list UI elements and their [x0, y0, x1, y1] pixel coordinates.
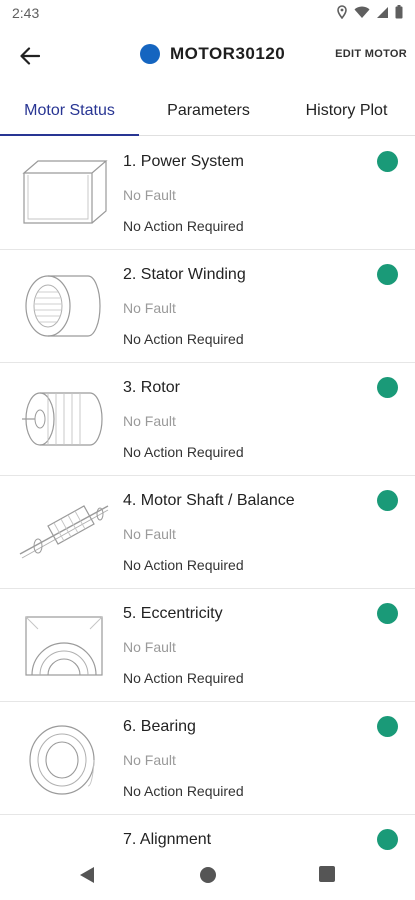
- list-item[interactable]: 5. Eccentricity No Fault No Action Requi…: [0, 589, 415, 702]
- fault-status: No Fault: [123, 187, 176, 203]
- component-title: 4. Motor Shaft / Balance: [123, 492, 295, 509]
- power-system-icon: [22, 160, 108, 224]
- list-item[interactable]: 2. Stator Winding No Fault No Action Req…: [0, 250, 415, 363]
- status-icons: [336, 5, 403, 19]
- action-status: No Action Required: [123, 331, 244, 347]
- wifi-icon: [354, 6, 370, 18]
- status-bar: 2:43: [0, 0, 415, 26]
- fault-status: No Fault: [123, 752, 176, 768]
- fault-status: No Fault: [123, 639, 176, 655]
- component-title: 1. Power System: [123, 153, 244, 170]
- tab-motor-status[interactable]: Motor Status: [0, 86, 139, 136]
- status-indicator: [377, 377, 398, 398]
- app-bar: MOTOR30120 EDIT MOTOR: [0, 26, 415, 86]
- status-indicator: [377, 264, 398, 285]
- tab-history-plot[interactable]: History Plot: [278, 86, 415, 135]
- action-status: No Action Required: [123, 670, 244, 686]
- home-circle-icon[interactable]: [198, 865, 218, 885]
- list-item[interactable]: 6. Bearing No Fault No Action Required: [0, 702, 415, 815]
- system-nav-bar: [0, 850, 415, 900]
- motor-title: MOTOR30120: [140, 44, 285, 64]
- component-title: 7. Alignment: [123, 831, 212, 848]
- rotor-icon: [22, 392, 103, 446]
- fault-status: No Fault: [123, 300, 176, 316]
- action-status: No Action Required: [123, 557, 244, 573]
- status-indicator: [377, 151, 398, 172]
- status-indicator: [377, 829, 398, 850]
- tab-parameters[interactable]: Parameters: [139, 86, 278, 135]
- edit-motor-button[interactable]: EDIT MOTOR: [335, 48, 407, 60]
- alignment-icon: [18, 829, 110, 850]
- arrow-left-icon: [20, 47, 40, 65]
- component-list: 1. Power System No Fault No Action Requi…: [0, 137, 415, 850]
- stator-winding-icon: [25, 275, 101, 337]
- status-indicator: [377, 490, 398, 511]
- battery-icon: [395, 5, 403, 19]
- status-time: 2:43: [12, 5, 40, 21]
- fault-status: No Fault: [123, 413, 176, 429]
- eccentricity-icon: [25, 616, 103, 676]
- back-button[interactable]: [14, 40, 46, 72]
- status-indicator: [377, 716, 398, 737]
- recents-square-icon[interactable]: [318, 865, 336, 883]
- component-title: 6. Bearing: [123, 718, 196, 735]
- list-item[interactable]: 1. Power System No Fault No Action Requi…: [0, 137, 415, 250]
- component-title: 3. Rotor: [123, 379, 180, 396]
- bearing-icon: [29, 725, 95, 795]
- action-status: No Action Required: [123, 218, 244, 234]
- component-title: 2. Stator Winding: [123, 266, 246, 283]
- status-indicator: [377, 603, 398, 624]
- list-item[interactable]: 7. Alignment: [0, 815, 415, 850]
- location-icon: [337, 5, 347, 19]
- motor-status-dot: [140, 44, 160, 64]
- signal-icon: [377, 6, 388, 18]
- back-triangle-icon[interactable]: [78, 865, 96, 885]
- component-title: 5. Eccentricity: [123, 605, 223, 622]
- page-title: MOTOR30120: [170, 44, 286, 63]
- fault-status: No Fault: [123, 526, 176, 542]
- action-status: No Action Required: [123, 783, 244, 799]
- list-item[interactable]: 3. Rotor No Fault No Action Required: [0, 363, 415, 476]
- action-status: No Action Required: [123, 444, 244, 460]
- list-item[interactable]: 4. Motor Shaft / Balance No Fault No Act…: [0, 476, 415, 589]
- motor-shaft-icon: [19, 505, 109, 559]
- tab-bar: Motor Status Parameters History Plot: [0, 86, 415, 136]
